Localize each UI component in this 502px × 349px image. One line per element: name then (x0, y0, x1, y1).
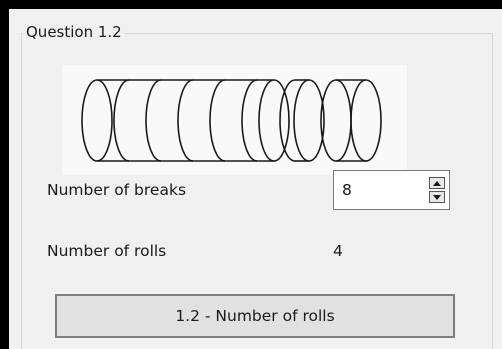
spin-buttons (429, 177, 445, 203)
question-panel: Question 1.2 Number of breaks 8 Number o… (9, 9, 502, 349)
rolls-label: Number of rolls (47, 242, 167, 260)
spin-up-button[interactable] (429, 177, 445, 189)
cylinder-left-end (81, 79, 113, 162)
cylinder-right-end (293, 79, 325, 162)
breaks-label: Number of breaks (47, 181, 187, 199)
rolls-value: 4 (333, 242, 343, 260)
breaks-value[interactable]: 8 (342, 180, 352, 200)
roll-cylinders-icon (81, 79, 382, 162)
segment-seam (177, 79, 194, 162)
spin-down-button[interactable] (429, 191, 445, 203)
segment-seam (145, 79, 162, 162)
cylinder-right-end (350, 79, 382, 162)
segment-seam (279, 79, 296, 162)
roll-figure (62, 65, 407, 175)
breaks-spinbox[interactable]: 8 (333, 170, 450, 210)
cylinder-left-end (320, 79, 352, 162)
triangle-up-icon (433, 180, 441, 186)
segment-seam (209, 79, 226, 162)
segment-seam (113, 79, 130, 162)
segment-seam (241, 79, 258, 162)
number-of-rolls-button[interactable]: 1.2 - Number of rolls (55, 294, 455, 338)
group-title: Question 1.2 (23, 23, 125, 41)
triangle-down-icon (433, 194, 441, 200)
